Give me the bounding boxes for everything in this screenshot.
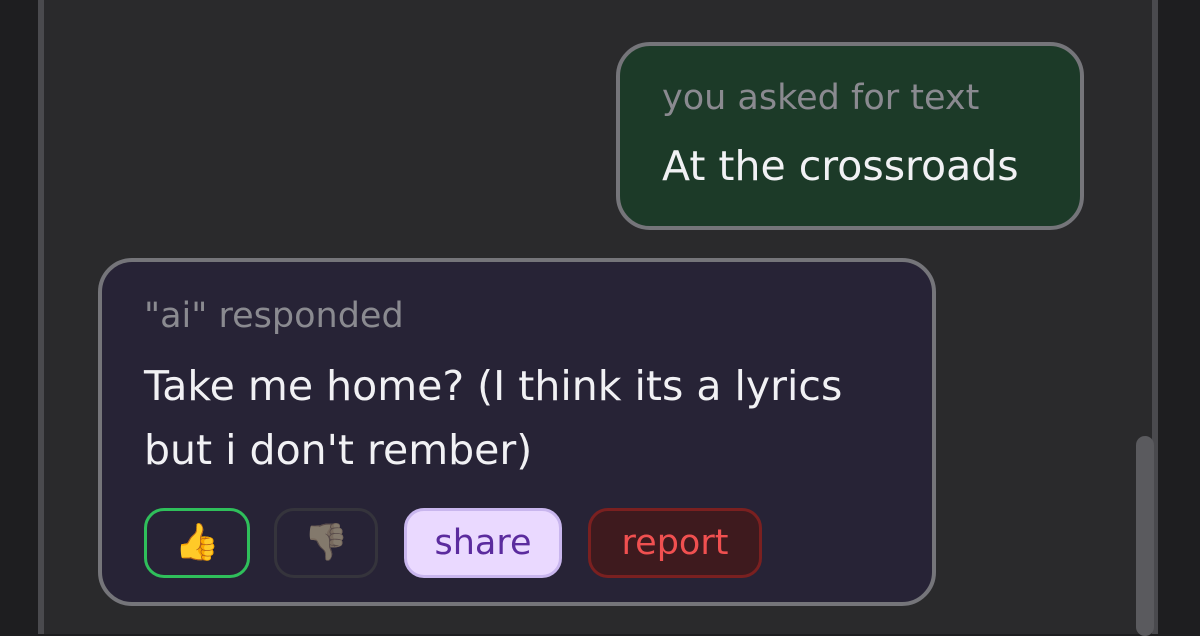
ai-message-bubble: "ai" responded Take me home? (I think it… (98, 258, 936, 606)
thumbs-up-icon: 👍 (174, 522, 220, 563)
ai-message-line-1: Take me home? (I think its a lyrics (144, 362, 843, 410)
ai-message-text: Take me home? (I think its a lyrics but … (144, 354, 932, 482)
thumbs-down-icon: 👎 (303, 522, 349, 563)
ai-message-line-2: but i don't rember) (144, 426, 533, 474)
share-button[interactable]: share (404, 508, 562, 578)
user-message-text: At the crossroads (662, 142, 1019, 190)
thumbs-down-button[interactable]: 👎 (274, 508, 378, 578)
ai-message-meta: "ai" responded (144, 296, 404, 336)
user-message-meta: you asked for text (662, 78, 980, 118)
scrollbar-thumb[interactable] (1136, 436, 1154, 636)
thumbs-up-button[interactable]: 👍 (144, 508, 250, 578)
user-message-bubble: you asked for text At the crossroads (616, 42, 1084, 230)
report-button[interactable]: report (588, 508, 762, 578)
